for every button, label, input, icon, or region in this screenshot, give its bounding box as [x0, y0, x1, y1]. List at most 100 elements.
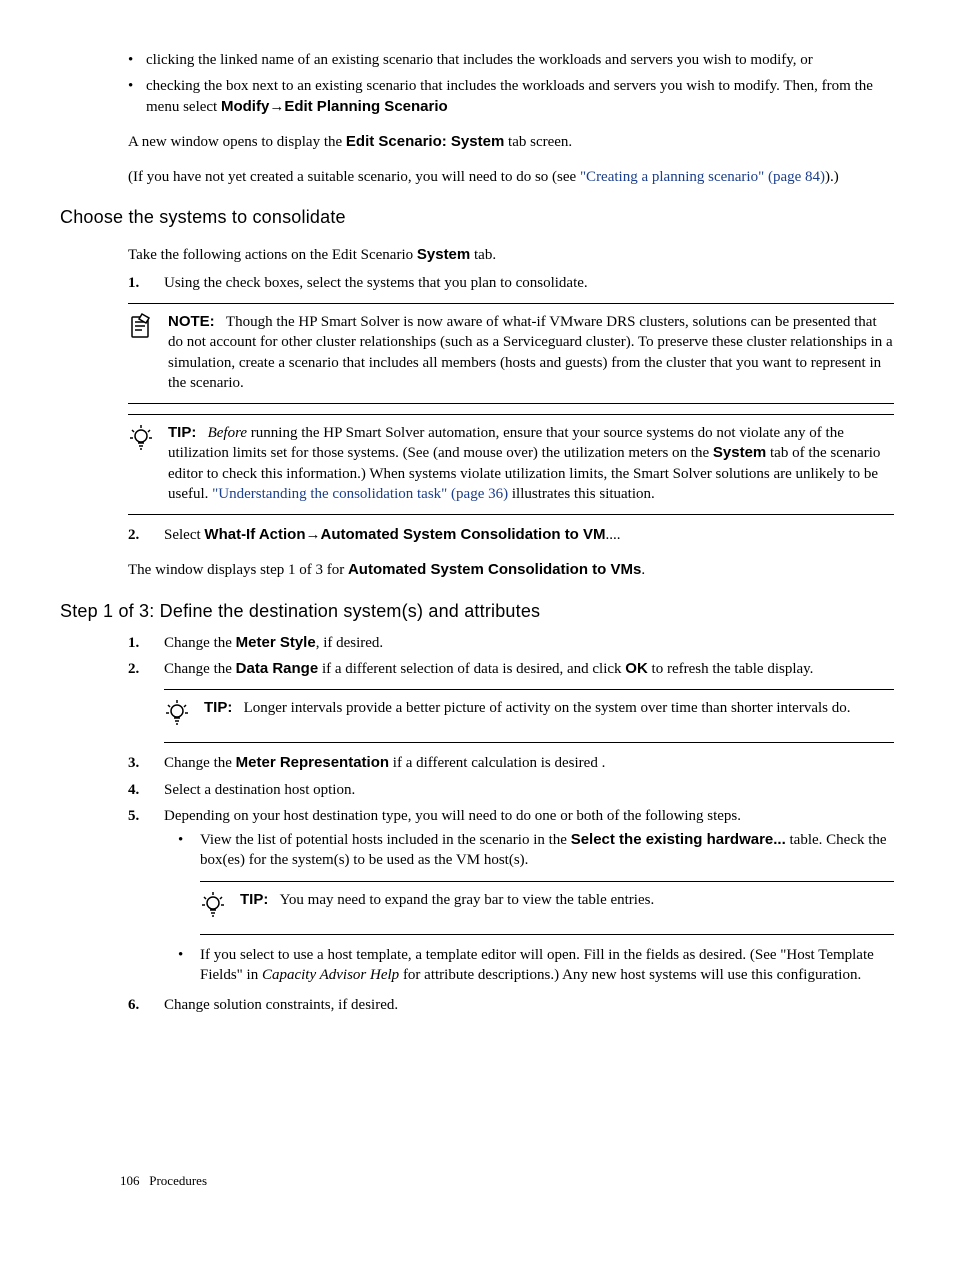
intro-bullet-list: clicking the linked name of an existing …: [60, 50, 894, 117]
text: ).): [825, 169, 839, 185]
wizard-name: Automated System Consolidation to VMs: [348, 561, 641, 578]
text: Change the: [164, 635, 236, 651]
ordered-list: 3. Change the Meter Representation if a …: [128, 753, 894, 870]
menu-modify: Modify: [221, 98, 269, 115]
emphasis: Before: [208, 425, 247, 441]
number: 6.: [128, 995, 139, 1015]
list-item: 1. Using the check boxes, select the syst…: [128, 273, 894, 293]
inner-bullet-list: If you select to use a host template, a …: [164, 945, 894, 986]
text: Take the following actions on the Edit S…: [128, 247, 417, 263]
text: Change the: [164, 755, 236, 771]
text: Using the check boxes, select the system…: [164, 275, 588, 291]
menu-whatif: What-If Action: [204, 526, 305, 543]
paragraph: (If you have not yet created a suitable …: [128, 167, 894, 187]
tip-callout: TIP: You may need to expand the gray bar…: [200, 881, 894, 935]
text: ....: [606, 527, 621, 543]
ordered-list: 1. Using the check boxes, select the syst…: [128, 273, 894, 293]
text: tab.: [470, 247, 496, 263]
tip-label: TIP:: [240, 891, 268, 908]
list-item: clicking the linked name of an existing …: [128, 50, 894, 70]
tip-callout: TIP: Longer intervals provide a better p…: [164, 689, 894, 743]
lightbulb-icon: [200, 890, 228, 924]
tip-callout: TIP: Before running the HP Smart Solver …: [128, 414, 894, 515]
ordered-list-nested: If you select to use a host template, a …: [164, 945, 894, 986]
page: clicking the linked name of an existing …: [60, 50, 894, 1230]
note-icon: [128, 312, 156, 393]
tip-body: TIP: You may need to expand the gray bar…: [240, 890, 894, 924]
list-item: If you select to use a host template, a …: [164, 945, 894, 986]
heading-step-1: Step 1 of 3: Define the destination syst…: [60, 599, 894, 623]
text: clicking the linked name of an existing …: [146, 52, 813, 68]
paragraph: A new window opens to display the Edit S…: [128, 132, 894, 152]
text: if a different calculation is desired .: [389, 755, 605, 771]
text: .: [641, 562, 645, 578]
number: 3.: [128, 753, 139, 773]
list-item: 2. Select What-If Action→Automated Syste…: [128, 525, 894, 545]
text: A new window opens to display the: [128, 134, 346, 150]
page-footer: 106 Procedures: [120, 1172, 207, 1190]
ok-button-label: OK: [625, 660, 648, 677]
text: The window displays step 1 of 3 for: [128, 562, 348, 578]
text: to refresh the table display.: [648, 661, 814, 677]
tip-body: TIP: Longer intervals provide a better p…: [204, 698, 894, 732]
arrow-icon: →: [269, 99, 284, 115]
note-label: NOTE:: [168, 313, 215, 330]
link-understanding-consolidation[interactable]: "Understanding the consolidation task" (…: [212, 486, 508, 502]
table-name: Select the existing hardware...: [571, 831, 786, 848]
menu-edit-planning-scenario: Edit Planning Scenario: [284, 98, 447, 115]
field-meter-representation: Meter Representation: [236, 754, 389, 771]
field-meter-style: Meter Style: [236, 634, 316, 651]
lightbulb-icon: [128, 423, 156, 504]
text: Select: [164, 527, 204, 543]
paragraph: The window displays step 1 of 3 for Auto…: [128, 560, 894, 580]
inner-bullet-list: View the list of potential hosts include…: [164, 830, 894, 871]
text: Change solution constraints, if desired.: [164, 997, 398, 1013]
list-item: 1. Change the Meter Style, if desired.: [128, 633, 894, 653]
section-title: Procedures: [149, 1173, 207, 1188]
menu-auto-consolidation: Automated System Consolidation to VM: [321, 526, 606, 543]
list-item: 4. Select a destination host option.: [128, 780, 894, 800]
list-item: 3. Change the Meter Representation if a …: [128, 753, 894, 773]
note-body: NOTE: Though the HP Smart Solver is now …: [168, 312, 894, 393]
text: View the list of potential hosts include…: [200, 832, 571, 848]
note-callout: NOTE: Though the HP Smart Solver is now …: [128, 303, 894, 404]
text: Select a destination host option.: [164, 782, 355, 798]
text: Depending on your host destination type,…: [164, 808, 741, 824]
text: illustrates this situation.: [508, 486, 655, 502]
tip-label: TIP:: [204, 699, 232, 716]
text: if a different selection of data is desi…: [318, 661, 625, 677]
tip-label: TIP:: [168, 424, 196, 441]
number: 2.: [128, 659, 139, 679]
screen-name: Edit Scenario: System: [346, 133, 504, 150]
list-item: If you select to use a host template, a …: [164, 945, 894, 986]
text: , if desired.: [316, 635, 383, 651]
text: Though the HP Smart Solver is now aware …: [168, 314, 893, 391]
text: (If you have not yet created a suitable …: [128, 169, 580, 185]
link-creating-planning-scenario[interactable]: "Creating a planning scenario" (page 84): [580, 169, 825, 185]
list-item: 2. Change the Data Range if a different …: [128, 659, 894, 679]
number: 5.: [128, 806, 139, 826]
heading-choose-systems: Choose the systems to consolidate: [60, 205, 894, 229]
text: You may need to expand the gray bar to v…: [280, 892, 655, 908]
text: Change the: [164, 661, 236, 677]
ordered-list: 2. Select What-If Action→Automated Syste…: [128, 525, 894, 545]
lightbulb-icon: [164, 698, 192, 732]
number: 4.: [128, 780, 139, 800]
list-item: View the list of potential hosts include…: [164, 830, 894, 871]
tip-body: TIP: Before running the HP Smart Solver …: [168, 423, 894, 504]
number: 1.: [128, 273, 139, 293]
text: for attribute descriptions.) Any new hos…: [399, 967, 861, 983]
tab-name: System: [713, 444, 766, 461]
number: 1.: [128, 633, 139, 653]
tab-name: System: [417, 246, 470, 263]
doc-title: Capacity Advisor Help: [262, 967, 399, 983]
ordered-list: 6. Change solution constraints, if desire…: [128, 995, 894, 1015]
field-data-range: Data Range: [236, 660, 319, 677]
page-number: 106: [120, 1173, 140, 1188]
list-item: checking the box next to an existing sce…: [128, 76, 894, 117]
paragraph: Take the following actions on the Edit S…: [128, 245, 894, 265]
ordered-list: 1. Change the Meter Style, if desired. 2…: [128, 633, 894, 680]
text: Longer intervals provide a better pictur…: [244, 700, 851, 716]
list-item: 5. Depending on your host destination typ…: [128, 806, 894, 871]
number: 2.: [128, 525, 139, 545]
